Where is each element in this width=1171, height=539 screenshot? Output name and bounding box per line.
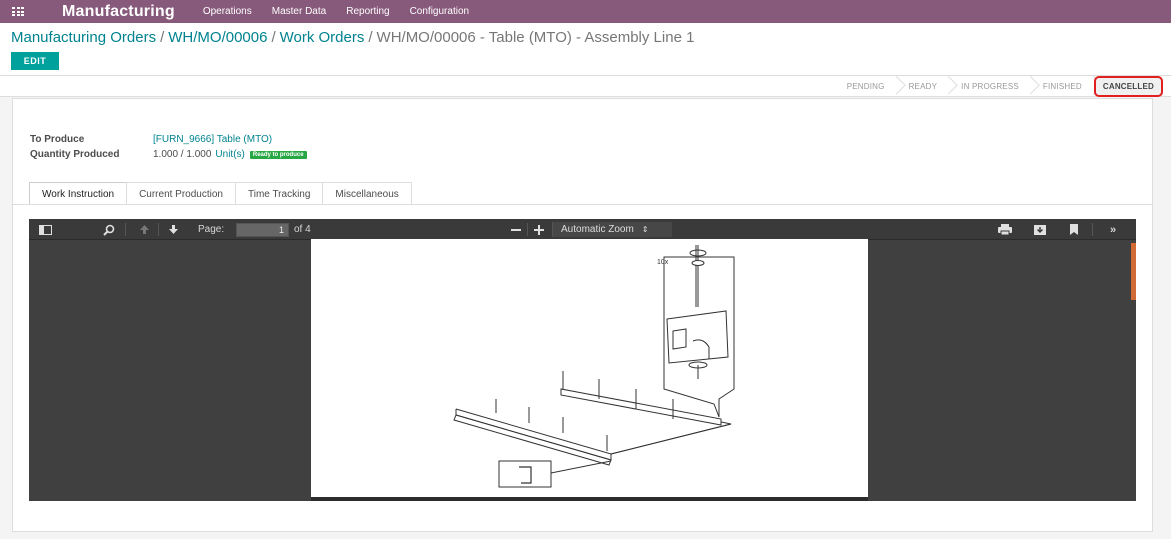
page-shadow — [311, 497, 868, 501]
stage-cancelled[interactable]: CANCELLED — [1093, 76, 1163, 97]
next-page-icon[interactable] — [168, 219, 179, 240]
toolbar-separator — [527, 223, 528, 236]
uom-link[interactable]: Unit(s) — [215, 149, 244, 160]
form-sheet: To Produce [FURN_9666] Table (MTO) Quant… — [12, 98, 1153, 532]
pdf-page: 10x — [311, 239, 868, 497]
zoom-out-icon[interactable] — [511, 219, 521, 240]
toolbar-separator — [158, 223, 159, 236]
breadcrumb-manufacturing-orders[interactable]: Manufacturing Orders — [11, 29, 156, 46]
notebook-tabs: Work Instruction Current Production Time… — [29, 182, 412, 205]
zoom-in-icon[interactable] — [534, 219, 544, 240]
more-tools-icon[interactable]: » — [1110, 219, 1116, 240]
chevron-updown-icon: ⇕ — [641, 225, 649, 234]
breadcrumb-mo[interactable]: WH/MO/00006 — [168, 29, 267, 46]
menu-configuration[interactable]: Configuration — [410, 6, 469, 17]
pdf-toolbar: Page: 1 of 4 Automatic Zoom ⇕ » — [29, 219, 1136, 240]
previous-page-icon[interactable] — [139, 219, 150, 240]
quantity-total: 1.000 — [186, 149, 212, 160]
pdf-viewer: Page: 1 of 4 Automatic Zoom ⇕ » 10x — [29, 219, 1136, 501]
status-badge: Ready to produce — [249, 150, 307, 159]
stage-ready[interactable]: READY — [897, 77, 950, 96]
top-navbar: Manufacturing Operations Master Data Rep… — [0, 0, 1171, 23]
breadcrumb: Manufacturing Orders / WH/MO/00006/Work Or… — [11, 29, 694, 46]
stage-in-progress[interactable]: IN PROGRESS — [949, 77, 1031, 96]
app-title[interactable]: Manufacturing — [62, 3, 175, 21]
toolbar-separator — [1092, 223, 1093, 236]
breadcrumb-current: WH/MO/00006 - Table (MTO) - Assembly Lin… — [376, 29, 695, 46]
breadcrumb-separator: / — [160, 29, 165, 46]
stage-finished[interactable]: FINISHED — [1031, 77, 1094, 96]
tab-miscellaneous[interactable]: Miscellaneous — [322, 182, 412, 205]
zoom-select[interactable]: Automatic Zoom ⇕ — [552, 222, 672, 237]
page-label: Page: — [198, 224, 225, 235]
apps-menu-icon[interactable] — [0, 0, 36, 23]
to-produce-label: To Produce — [30, 134, 85, 145]
stage-pipeline: PENDING READY IN PROGRESS FINISHED CANCE… — [835, 76, 1163, 97]
toolbar-separator — [125, 223, 126, 236]
figure-label: 10x — [657, 259, 669, 266]
page-count: of 4 — [294, 224, 311, 235]
tab-work-instruction[interactable]: Work Instruction — [29, 182, 128, 205]
control-panel: Manufacturing Orders / WH/MO/00006/Work Or… — [0, 23, 1171, 75]
print-icon[interactable] — [998, 219, 1012, 240]
tab-current-production[interactable]: Current Production — [126, 182, 236, 205]
bookmark-icon[interactable] — [1070, 219, 1078, 240]
tabs-divider — [13, 204, 1152, 205]
quantity-produced-value: 1.000 — [153, 149, 179, 160]
menu-master-data[interactable]: Master Data — [272, 6, 326, 17]
page-number-input[interactable]: 1 — [236, 222, 289, 237]
quantity-produced-label: Quantity Produced — [30, 149, 120, 160]
assembly-diagram-illustration: 10x — [453, 245, 735, 488]
scrollbar-thumb[interactable] — [1131, 243, 1136, 300]
tab-time-tracking[interactable]: Time Tracking — [235, 182, 324, 205]
zoom-select-value: Automatic Zoom — [561, 224, 634, 235]
quantity-produced-row: Quantity Produced 1.000 / 1.000 Unit(s) … — [30, 149, 307, 160]
breadcrumb-separator: / — [271, 29, 276, 46]
search-icon[interactable] — [103, 219, 115, 240]
to-produce-row: To Produce [FURN_9666] Table (MTO) — [30, 134, 272, 145]
stage-pending[interactable]: PENDING — [835, 77, 897, 96]
breadcrumb-work-orders[interactable]: Work Orders — [280, 29, 365, 46]
menu-reporting[interactable]: Reporting — [346, 6, 389, 17]
sidebar-toggle-icon[interactable] — [39, 219, 52, 240]
to-produce-link[interactable]: [FURN_9666] Table (MTO) — [153, 134, 272, 145]
edit-button[interactable]: EDIT — [11, 52, 59, 70]
download-icon[interactable] — [1034, 219, 1046, 240]
status-bar: PENDING READY IN PROGRESS FINISHED CANCE… — [0, 76, 1171, 97]
menu-operations[interactable]: Operations — [203, 6, 252, 17]
quantity-separator: / — [178, 149, 187, 160]
breadcrumb-separator: / — [368, 29, 373, 46]
